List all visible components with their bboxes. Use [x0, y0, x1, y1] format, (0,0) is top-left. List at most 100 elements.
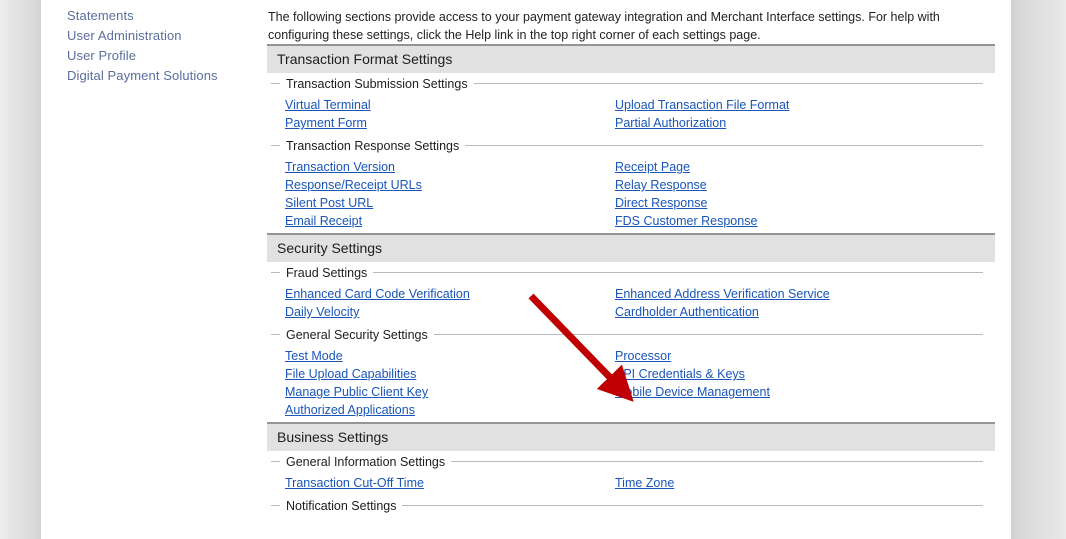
sidebar-item-user-administration[interactable]: User Administration: [41, 26, 255, 46]
group-legend-label: General Information Settings: [286, 454, 446, 469]
settings-link-email-receipt[interactable]: Email Receipt: [285, 214, 362, 228]
section-body: Fraud Settings Enhanced Card Code Verifi…: [267, 262, 995, 422]
settings-link-transaction-cut-off-time[interactable]: Transaction Cut-Off Time: [285, 476, 424, 490]
section-security-settings: Security Settings Fraud Settings Enhance…: [267, 233, 995, 422]
settings-link-test-mode[interactable]: Test Mode: [285, 349, 343, 363]
settings-link-upload-transaction-file-format[interactable]: Upload Transaction File Format: [615, 98, 789, 112]
section-business-settings: Business Settings General Information Se…: [267, 422, 995, 516]
group-link-grid: Transaction Cut-Off Time Time Zone: [267, 472, 995, 495]
legend-stub: [271, 145, 280, 146]
group-legend: Fraud Settings: [267, 262, 995, 283]
settings-link-fds-customer-response[interactable]: FDS Customer Response: [615, 214, 757, 228]
settings-main-content: The following sections provide access to…: [255, 0, 1011, 539]
link-cell: Silent Post URL: [285, 194, 615, 212]
group-legend: Transaction Submission Settings: [267, 73, 995, 94]
group-legend-label: Fraud Settings: [286, 265, 368, 280]
link-cell: File Upload Capabilities: [285, 365, 615, 383]
section-title: Security Settings: [267, 233, 995, 262]
legend-rule: [451, 461, 983, 462]
group-general-information-settings: General Information Settings Transaction…: [267, 451, 995, 495]
sidebar-item-statements[interactable]: Statements: [41, 6, 255, 26]
legend-rule: [473, 83, 983, 84]
group-fraud-settings: Fraud Settings Enhanced Card Code Verifi…: [267, 262, 995, 324]
legend-stub: [271, 334, 280, 335]
sidebar-item-user-profile[interactable]: User Profile: [41, 46, 255, 66]
link-cell: Enhanced Address Verification Service: [615, 285, 995, 303]
section-body: Transaction Submission Settings Virtual …: [267, 73, 995, 233]
settings-link-direct-response[interactable]: Direct Response: [615, 196, 707, 210]
link-cell-empty: [615, 401, 995, 419]
sidebar-navigation: Statements User Administration User Prof…: [41, 0, 255, 539]
legend-rule: [433, 334, 983, 335]
sidebar-list: Statements User Administration User Prof…: [41, 0, 255, 86]
settings-link-time-zone[interactable]: Time Zone: [615, 476, 674, 490]
link-cell: Time Zone: [615, 474, 995, 492]
link-cell: Upload Transaction File Format: [615, 96, 995, 114]
link-cell: Virtual Terminal: [285, 96, 615, 114]
group-transaction-response-settings: Transaction Response Settings Transactio…: [267, 135, 995, 233]
intro-paragraph: The following sections provide access to…: [268, 10, 940, 42]
settings-link-enhanced-card-code-verification[interactable]: Enhanced Card Code Verification: [285, 287, 470, 301]
link-cell: Relay Response: [615, 176, 995, 194]
settings-link-transaction-version[interactable]: Transaction Version: [285, 160, 395, 174]
sidebar-item-label[interactable]: User Profile: [67, 48, 136, 63]
link-cell: Processor: [615, 347, 995, 365]
page-root: Statements User Administration User Prof…: [0, 0, 1066, 539]
link-cell: Daily Velocity: [285, 303, 615, 321]
legend-rule: [465, 145, 983, 146]
sidebar-item-digital-payment-solutions[interactable]: Digital Payment Solutions: [41, 66, 255, 86]
link-cell: Payment Form: [285, 114, 615, 132]
settings-link-daily-velocity[interactable]: Daily Velocity: [285, 305, 359, 319]
page-left-margin-band: [0, 0, 41, 539]
group-link-grid: Test Mode Processor File Upload Capabili…: [267, 345, 995, 422]
legend-stub: [271, 505, 280, 506]
link-cell: Mobile Device Management: [615, 383, 995, 401]
section-transaction-format-settings: Transaction Format Settings Transaction …: [267, 44, 995, 233]
sidebar-item-label[interactable]: User Administration: [67, 28, 182, 43]
group-legend: Transaction Response Settings: [267, 135, 995, 156]
legend-rule: [402, 505, 983, 506]
group-legend-label: Transaction Submission Settings: [286, 76, 468, 91]
sidebar-item-label[interactable]: Statements: [67, 8, 134, 23]
settings-link-partial-authorization[interactable]: Partial Authorization: [615, 116, 726, 130]
group-general-security-settings: General Security Settings Test Mode Proc…: [267, 324, 995, 422]
settings-link-file-upload-capabilities[interactable]: File Upload Capabilities: [285, 367, 416, 381]
link-cell: Response/Receipt URLs: [285, 176, 615, 194]
settings-link-silent-post-url[interactable]: Silent Post URL: [285, 196, 373, 210]
link-cell: Transaction Cut-Off Time: [285, 474, 615, 492]
legend-rule: [373, 272, 983, 273]
settings-link-mobile-device-management[interactable]: Mobile Device Management: [615, 385, 770, 399]
section-body: General Information Settings Transaction…: [267, 451, 995, 516]
settings-link-receipt-page[interactable]: Receipt Page: [615, 160, 690, 174]
group-legend: Notification Settings: [267, 495, 995, 516]
settings-link-virtual-terminal[interactable]: Virtual Terminal: [285, 98, 371, 112]
settings-link-response-receipt-urls[interactable]: Response/Receipt URLs: [285, 178, 422, 192]
sidebar-item-label[interactable]: Digital Payment Solutions: [67, 68, 218, 83]
link-cell: Email Receipt: [285, 212, 615, 230]
settings-link-enhanced-address-verification-service[interactable]: Enhanced Address Verification Service: [615, 287, 830, 301]
group-link-grid: Enhanced Card Code Verification Enhanced…: [267, 283, 995, 324]
link-cell: Direct Response: [615, 194, 995, 212]
link-cell: Enhanced Card Code Verification: [285, 285, 615, 303]
link-cell: Transaction Version: [285, 158, 615, 176]
group-notification-settings: Notification Settings: [267, 495, 995, 516]
link-cell: Partial Authorization: [615, 114, 995, 132]
settings-link-api-credentials-and-keys[interactable]: API Credentials & Keys: [615, 367, 745, 381]
group-link-grid: Virtual Terminal Upload Transaction File…: [267, 94, 995, 135]
settings-link-cardholder-authentication[interactable]: Cardholder Authentication: [615, 305, 759, 319]
settings-link-authorized-applications[interactable]: Authorized Applications: [285, 403, 415, 417]
legend-stub: [271, 461, 280, 462]
group-legend-label: Notification Settings: [286, 498, 397, 513]
settings-link-manage-public-client-key[interactable]: Manage Public Client Key: [285, 385, 428, 399]
link-cell: Test Mode: [285, 347, 615, 365]
settings-link-processor[interactable]: Processor: [615, 349, 671, 363]
link-cell: FDS Customer Response: [615, 212, 995, 230]
link-cell: Manage Public Client Key: [285, 383, 615, 401]
link-cell: Cardholder Authentication: [615, 303, 995, 321]
section-title: Transaction Format Settings: [267, 44, 995, 73]
group-legend: General Security Settings: [267, 324, 995, 345]
section-title: Business Settings: [267, 422, 995, 451]
settings-link-relay-response[interactable]: Relay Response: [615, 178, 707, 192]
settings-link-payment-form[interactable]: Payment Form: [285, 116, 367, 130]
group-legend: General Information Settings: [267, 451, 995, 472]
